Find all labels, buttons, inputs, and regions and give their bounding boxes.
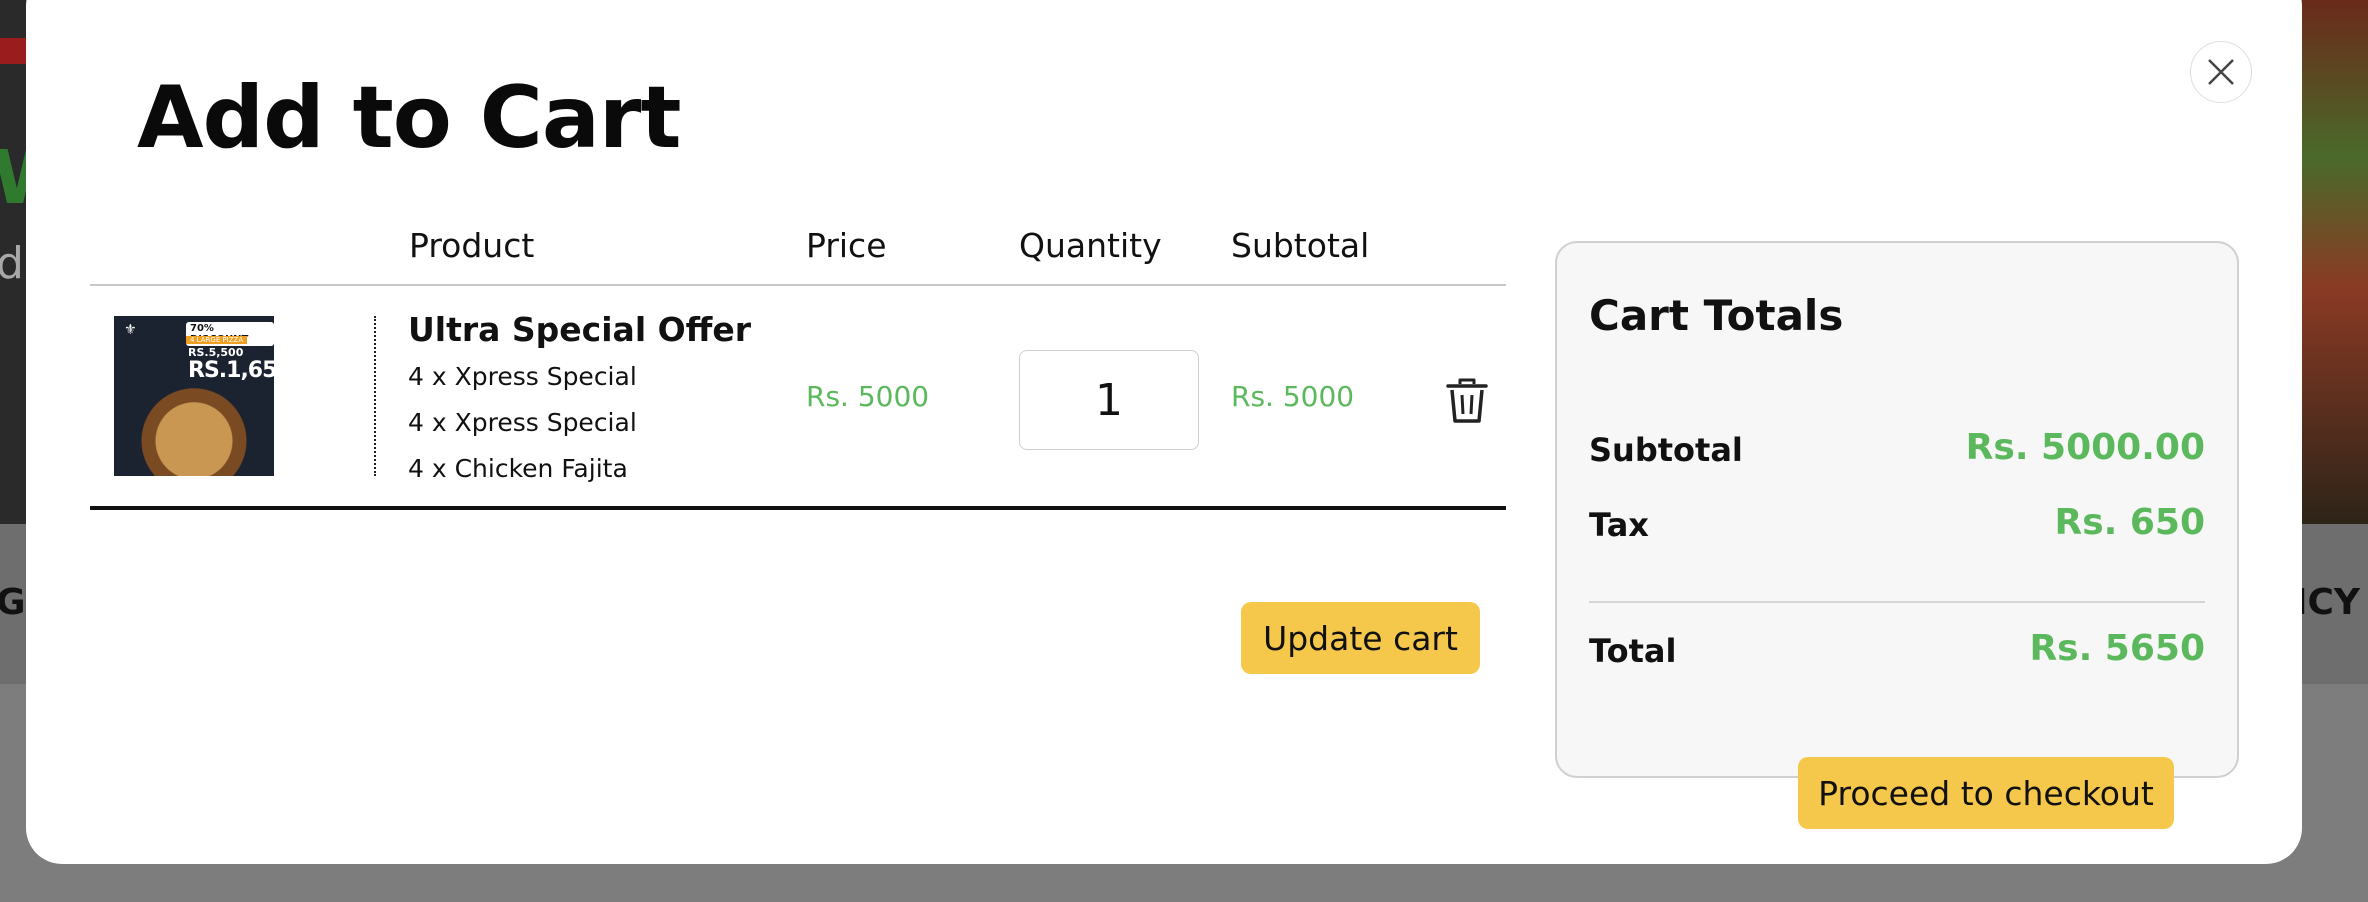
table-header: Product Price Quantity Subtotal <box>90 220 1506 286</box>
cart-table: Product Price Quantity Subtotal ⚜ 70% DI… <box>90 220 1506 510</box>
header-price: Price <box>806 226 887 265</box>
brand-logo-icon: ⚜ <box>124 322 137 338</box>
add-to-cart-modal: Add to Cart Product Price Quantity Subto… <box>26 0 2302 864</box>
quantity-input[interactable] <box>1019 350 1199 450</box>
proceed-to-checkout-button[interactable]: Proceed to checkout <box>1798 757 2174 829</box>
product-detail: 4 x Xpress Special <box>408 408 637 437</box>
background-nav-item: ICY <box>2294 582 2360 623</box>
image-new-price: RS.1,650 <box>188 358 274 383</box>
trash-icon[interactable] <box>1446 378 1488 424</box>
image-offer-strip: 4 LARGE PIZZA <box>186 336 248 344</box>
divider <box>374 316 376 476</box>
cart-totals-title: Cart Totals <box>1589 291 1844 340</box>
total-label: Total <box>1589 632 1677 670</box>
product-subtotal: Rs. 5000 <box>1231 380 1355 413</box>
subtotal-label: Subtotal <box>1589 431 1743 469</box>
product-price: Rs. 5000 <box>806 380 930 413</box>
product-name[interactable]: Ultra Special Offer <box>408 310 751 349</box>
product-detail: 4 x Chicken Fajita <box>408 454 628 483</box>
close-button[interactable] <box>2190 41 2252 103</box>
subtotal-value: Rs. 5000.00 <box>1965 427 2205 468</box>
header-product: Product <box>409 226 535 265</box>
close-icon <box>2208 59 2234 85</box>
background-hero-subtext: d <box>0 238 24 289</box>
total-value: Rs. 5650 <box>2029 628 2205 669</box>
totals-divider <box>1589 601 2205 603</box>
tax-value: Rs. 650 <box>2054 502 2205 543</box>
header-quantity: Quantity <box>1019 226 1162 265</box>
product-detail: 4 x Xpress Special <box>408 362 637 391</box>
update-cart-button[interactable]: Update cart <box>1241 602 1480 674</box>
header-subtotal: Subtotal <box>1231 226 1370 265</box>
tax-label: Tax <box>1589 506 1649 544</box>
background-accent-bar <box>0 38 28 64</box>
cart-totals-card: Cart Totals Subtotal Rs. 5000.00 Tax Rs.… <box>1555 241 2239 778</box>
table-row: ⚜ 70% DISCOUNT 4 LARGE PIZZA RS.5,500 RS… <box>90 286 1506 510</box>
modal-title: Add to Cart <box>137 68 681 168</box>
product-image[interactable]: ⚜ 70% DISCOUNT 4 LARGE PIZZA RS.5,500 RS… <box>114 316 274 476</box>
